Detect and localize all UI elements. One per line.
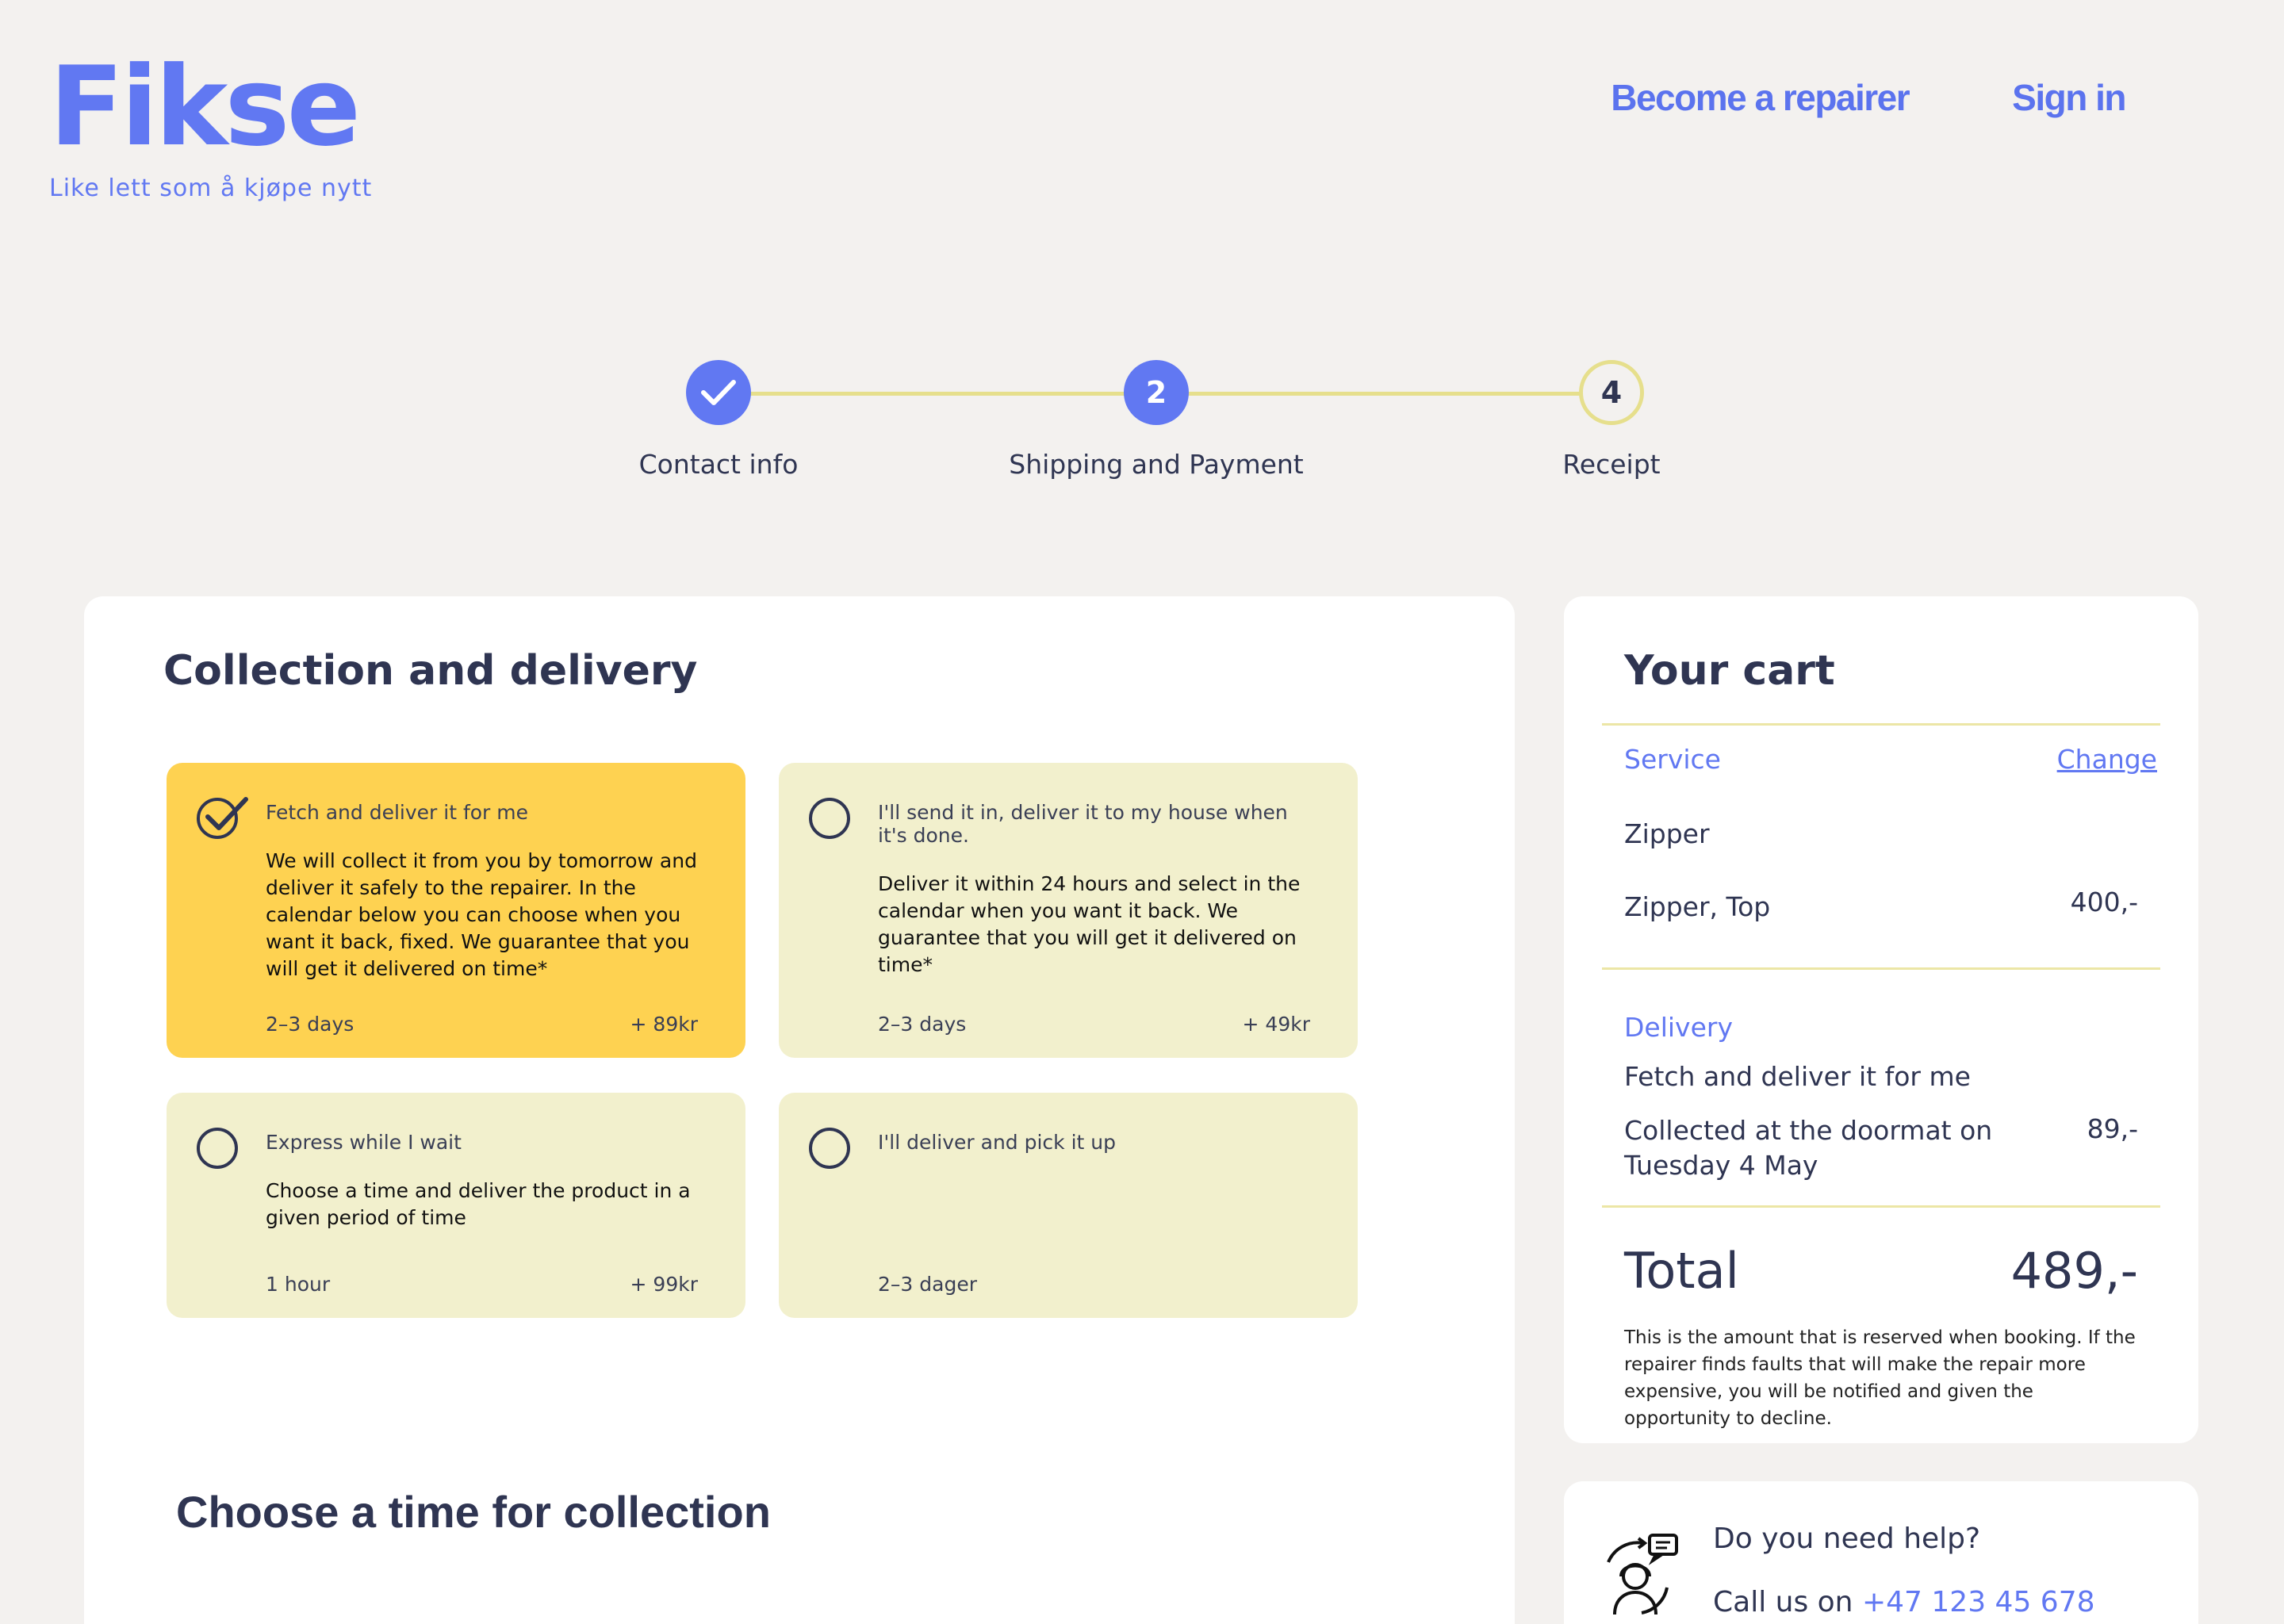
logo[interactable]: Fikse bbox=[49, 52, 372, 162]
option-send-in[interactable]: I'll send it in, deliver it to my house … bbox=[779, 763, 1358, 1058]
option-duration: 2–3 days bbox=[266, 1013, 354, 1036]
option-footer: 1 hour + 99kr bbox=[266, 1273, 698, 1296]
delivery-detail-line-1: Collected at the doormat on bbox=[1624, 1115, 1993, 1146]
service-name-row: Zipper bbox=[1624, 818, 2138, 849]
help-call: Call us on +47 123 45 678 bbox=[1713, 1586, 2095, 1618]
call-prefix: Call us on bbox=[1713, 1586, 1853, 1618]
delivery-price: 89,- bbox=[2087, 1113, 2138, 1144]
service-item: Zipper, Top bbox=[1624, 891, 1771, 922]
help-title: Do you need help? bbox=[1713, 1522, 1981, 1555]
radio-unchecked[interactable] bbox=[197, 1128, 238, 1169]
service-header: Service Change bbox=[1624, 744, 2157, 775]
top-nav: Become a repairer Sign in bbox=[1611, 76, 2126, 119]
reservation-note: This is the amount that is reserved when… bbox=[1624, 1327, 2136, 1429]
cart-panel: Your cart Service Change Zipper Zipper, … bbox=[1564, 596, 2198, 1443]
step-receipt[interactable]: 4 Receipt bbox=[1453, 360, 1770, 480]
step-contact-info[interactable]: Contact info bbox=[560, 360, 877, 480]
become-repairer-link[interactable]: Become a repairer bbox=[1611, 76, 1910, 119]
option-description: Deliver it within 24 hours and select in… bbox=[878, 872, 1301, 976]
step-label: Contact info bbox=[638, 449, 799, 480]
delivery-method: Fetch and deliver it for me bbox=[1624, 1061, 1971, 1092]
checkout-stepper: Contact info 2 Shipping and Payment 4 Re… bbox=[0, 360, 2284, 487]
option-duration: 2–3 dager bbox=[878, 1273, 977, 1296]
delivery-method-row: Fetch and deliver it for me bbox=[1624, 1061, 2138, 1092]
service-price: 400,- bbox=[2070, 887, 2138, 917]
total-label: Total bbox=[1624, 1242, 1739, 1300]
total-value: 489,- bbox=[2010, 1242, 2138, 1300]
step-number: 2 bbox=[1124, 360, 1189, 425]
help-panel: Do you need help? Call us on +47 123 45 … bbox=[1564, 1481, 2198, 1624]
radio-unchecked[interactable] bbox=[809, 798, 850, 839]
option-deliver-pickup[interactable]: I'll deliver and pick it up 2–3 dager bbox=[779, 1093, 1358, 1318]
option-duration: 1 hour bbox=[266, 1273, 331, 1296]
option-price: + 89kr bbox=[630, 1013, 698, 1036]
service-item-row: Zipper, Top 400,- bbox=[1624, 887, 2138, 922]
option-express[interactable]: Express while I wait Choose a time and d… bbox=[167, 1093, 745, 1318]
check-icon bbox=[701, 380, 736, 405]
service-name: Zipper bbox=[1624, 818, 1710, 849]
delivery-detail: Collected at the doormat on Tuesday 4 Ma… bbox=[1624, 1113, 1992, 1183]
option-footer: 2–3 days + 49kr bbox=[878, 1013, 1310, 1036]
brand[interactable]: Fikse Like lett som å kjøpe nytt bbox=[49, 52, 373, 203]
step-label: Shipping and Payment bbox=[1009, 449, 1304, 480]
delivery-detail-row: Collected at the doormat on Tuesday 4 Ma… bbox=[1624, 1113, 2138, 1183]
option-price: + 99kr bbox=[630, 1273, 698, 1296]
collection-time-title: Choose a time for collection bbox=[176, 1487, 771, 1537]
option-title: Express while I wait bbox=[266, 1131, 462, 1154]
option-fetch-deliver[interactable]: Fetch and deliver it for me We will coll… bbox=[167, 763, 745, 1058]
option-description: Choose a time and deliver the product in… bbox=[266, 1179, 691, 1229]
step-shipping-payment[interactable]: 2 Shipping and Payment bbox=[998, 360, 1315, 480]
option-title: Fetch and deliver it for me bbox=[266, 801, 529, 824]
section-title: Collection and delivery bbox=[163, 647, 698, 695]
divider bbox=[1602, 967, 2160, 970]
option-description: We will collect it from you by tomorrow … bbox=[266, 849, 697, 980]
step-number: 4 bbox=[1579, 360, 1644, 425]
option-price: + 49kr bbox=[1242, 1013, 1310, 1036]
divider bbox=[1602, 723, 2160, 726]
support-agent-icon bbox=[1594, 1530, 1681, 1623]
checkmark-icon bbox=[205, 797, 248, 830]
radio-unchecked[interactable] bbox=[809, 1128, 850, 1169]
total-row: Total 489,- bbox=[1624, 1242, 2138, 1300]
delivery-label: Delivery bbox=[1624, 1012, 1733, 1043]
option-duration: 2–3 days bbox=[878, 1013, 967, 1036]
option-title: I'll send it in, deliver it to my house … bbox=[878, 801, 1288, 847]
change-service-link[interactable]: Change bbox=[2057, 744, 2157, 775]
cart-title: Your cart bbox=[1624, 647, 1835, 695]
option-title: I'll deliver and pick it up bbox=[878, 1131, 1116, 1154]
delivery-detail-line-2: Tuesday 4 May bbox=[1624, 1150, 1818, 1181]
service-label: Service bbox=[1624, 744, 1721, 775]
option-footer: 2–3 days + 89kr bbox=[266, 1013, 698, 1036]
step-complete-circle bbox=[686, 360, 751, 425]
divider bbox=[1602, 1205, 2160, 1208]
collection-delivery-panel: Collection and delivery Fetch and delive… bbox=[84, 596, 1515, 1624]
radio-checked[interactable] bbox=[197, 797, 248, 839]
phone-link[interactable]: +47 123 45 678 bbox=[1862, 1586, 2095, 1618]
tagline: Like lett som å kjøpe nytt bbox=[49, 174, 373, 202]
delivery-header: Delivery bbox=[1624, 1012, 2138, 1043]
option-footer: 2–3 dager bbox=[878, 1273, 1310, 1296]
step-label: Receipt bbox=[1562, 449, 1661, 480]
sign-in-link[interactable]: Sign in bbox=[2012, 76, 2126, 119]
